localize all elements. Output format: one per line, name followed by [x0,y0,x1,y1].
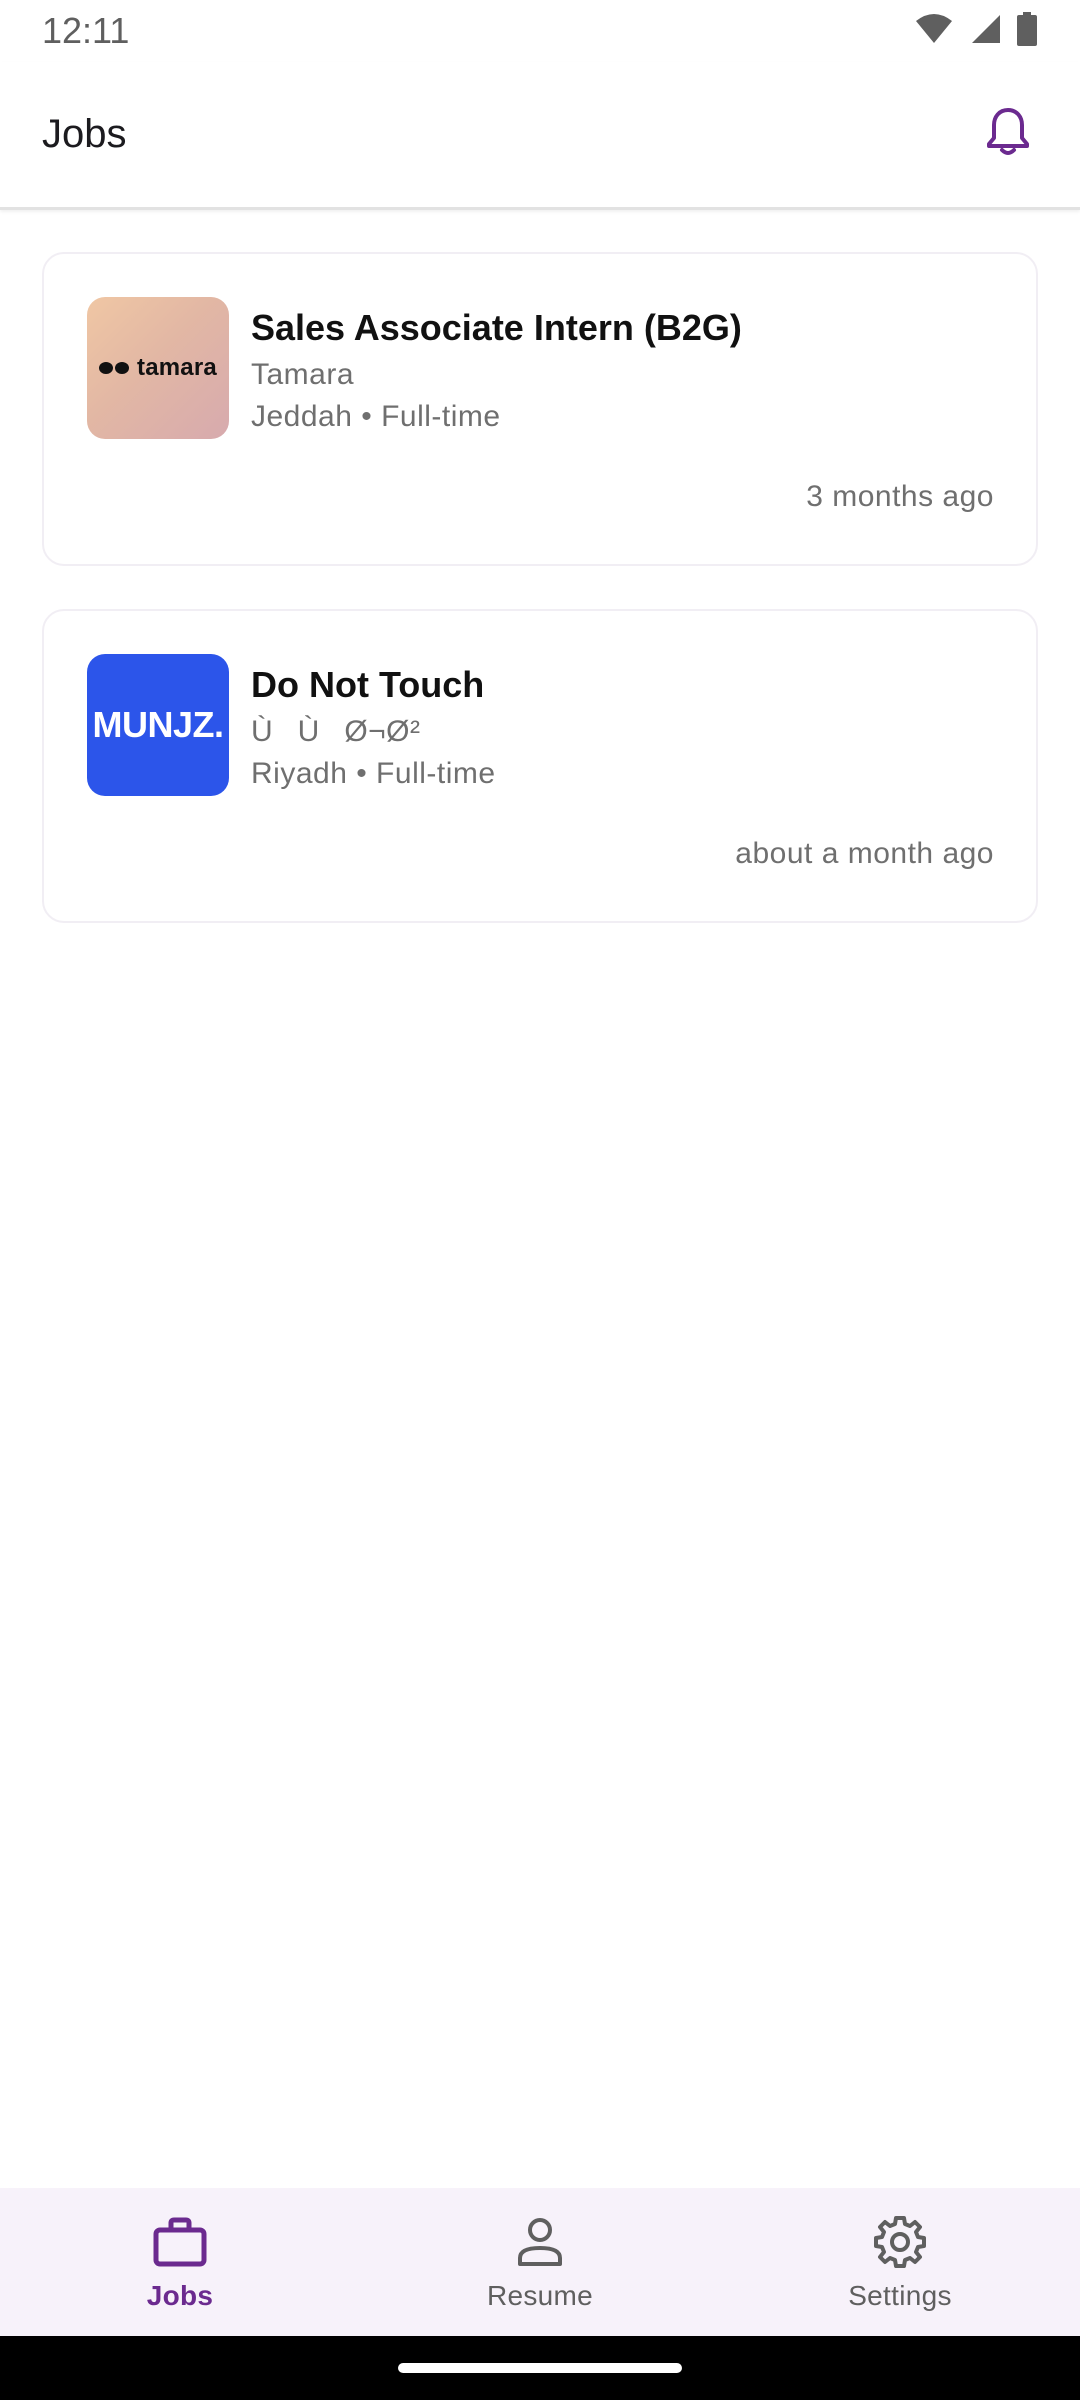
notifications-button[interactable] [978,105,1038,165]
job-list: tamara Sales Associate Intern (B2G) Tama… [42,252,1038,966]
app-bar: Jobs [0,62,1080,210]
system-gesture-area [0,2336,1080,2400]
status-time: 12:11 [42,10,130,51]
wifi-icon [914,13,954,50]
nav-label-jobs: Jobs [146,2280,214,2311]
job-location-type: Jeddah • Full-time [251,400,501,433]
job-info: Do Not Touch Ù ÙØ¬Ø² Riyadh • Full-time [251,659,996,795]
job-company: Ù ÙØ¬Ø² [251,715,421,748]
company-logo: MUNJZ. [87,654,229,796]
tamara-logo-mark [99,362,130,374]
nav-label-resume: Resume [486,2280,594,2311]
job-info: Sales Associate Intern (B2G) Tamara Jedd… [251,302,996,438]
nav-label-settings: Settings [848,2280,952,2311]
person-icon [510,2212,570,2272]
job-card[interactable]: tamara Sales Associate Intern (B2G) Tama… [42,252,1038,566]
job-location-type: Riyadh • Full-time [251,757,496,790]
briefcase-icon [150,2212,210,2272]
nav-item-resume[interactable]: Resume [420,2188,660,2336]
job-company: Tamara [251,358,355,391]
tamara-logo-text: tamara [137,354,217,381]
job-title: Sales Associate Intern (B2G) [251,307,742,348]
job-posted-time: about a month ago [735,837,994,870]
job-title: Do Not Touch [251,664,485,705]
page-title: Jobs [42,112,127,156]
nav-item-settings[interactable]: Settings [780,2188,1020,2336]
job-card[interactable]: MUNJZ. Do Not Touch Ù ÙØ¬Ø² Riyadh • Fu… [42,609,1038,923]
bell-icon [985,106,1031,163]
battery-icon [1016,11,1038,51]
job-posted-time: 3 months ago [806,480,994,513]
bottom-navigation: Jobs Resume Settings [0,2188,1080,2336]
status-bar: 12:11 [0,0,1080,62]
company-logo: tamara [87,297,229,439]
gear-icon [870,2212,930,2272]
home-gesture-handle[interactable] [398,2363,682,2373]
status-icons [914,11,1038,51]
nav-item-jobs[interactable]: Jobs [60,2188,300,2336]
munjz-logo-text: MUNJZ. [92,704,225,745]
signal-icon [968,13,1002,50]
tamara-logo: tamara [99,354,217,382]
